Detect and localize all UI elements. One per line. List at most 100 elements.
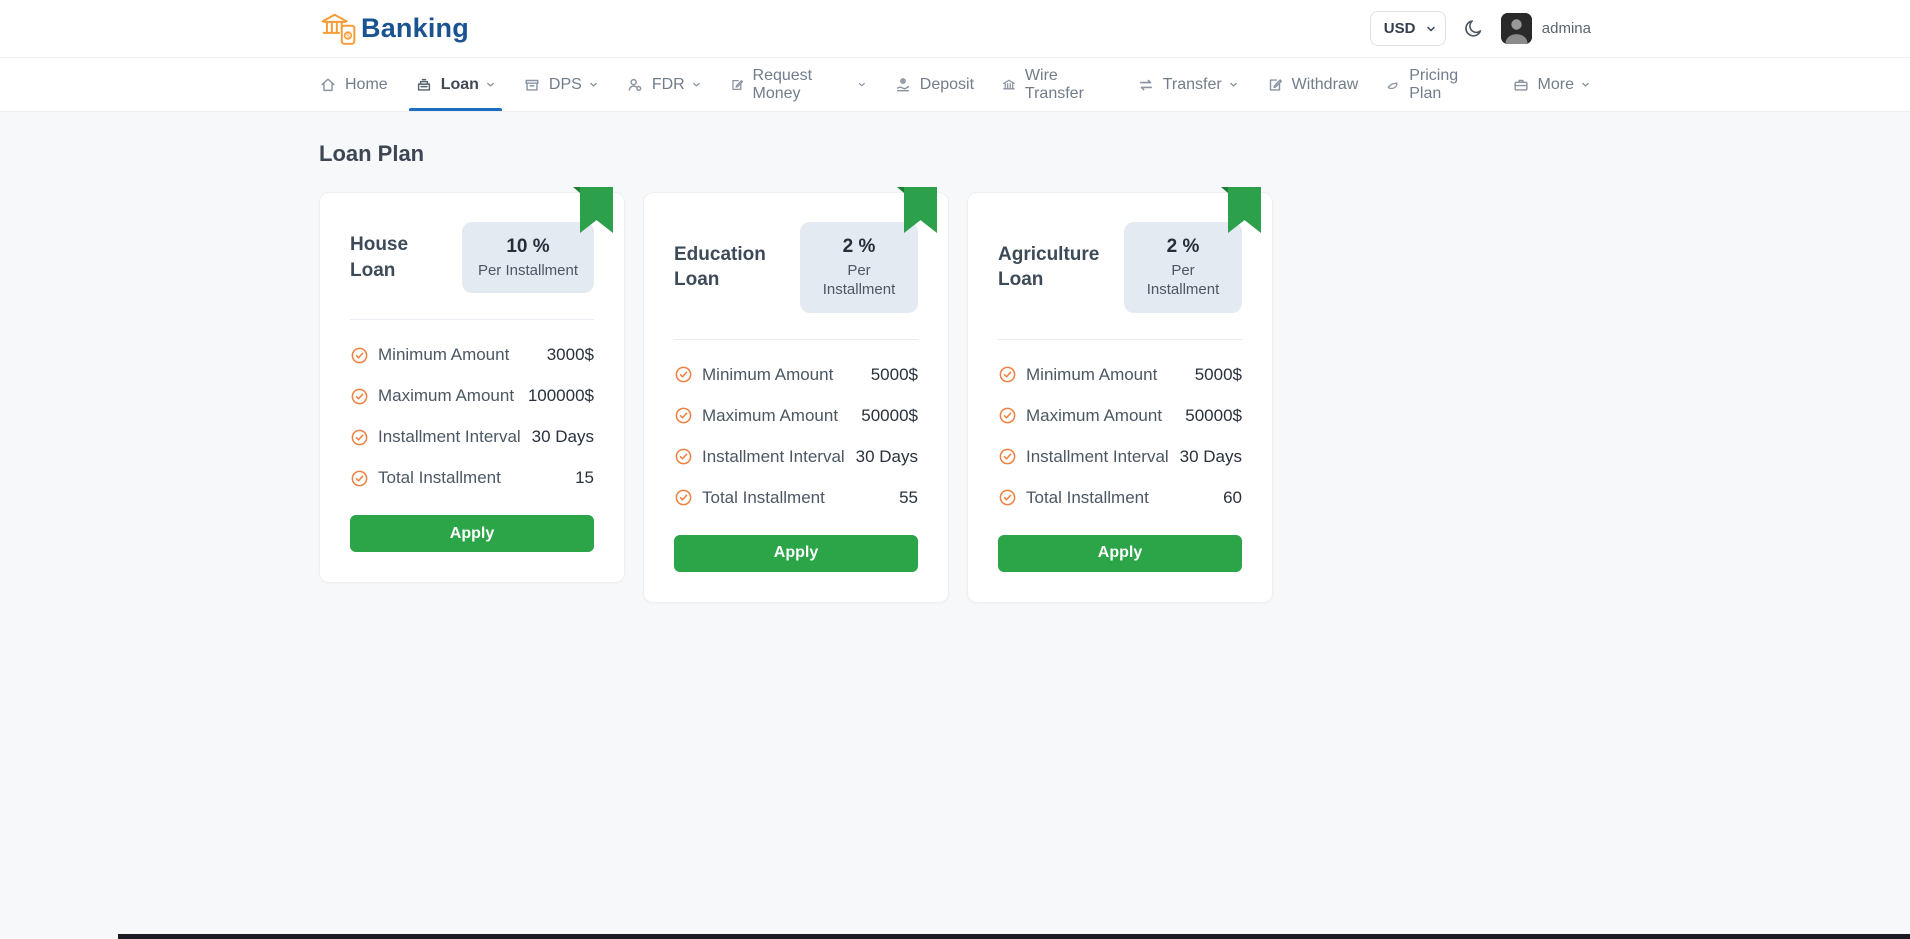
brand-name: Banking	[361, 13, 469, 43]
bookmark-ribbon-icon	[1228, 187, 1261, 233]
chevron-down-icon	[486, 82, 494, 87]
nav-label: FDR	[651, 75, 685, 93]
nav-item-transfer[interactable]: Transfer	[1137, 58, 1239, 111]
feature-value: 30 Days	[855, 446, 918, 466]
nav-label: Withdraw	[1291, 75, 1359, 93]
nav-item-dps[interactable]: DPS	[523, 58, 599, 111]
nav-label: Request Money	[752, 66, 813, 102]
footer-top-edge	[118, 934, 1910, 939]
check-circle-icon	[351, 347, 368, 364]
bookmark-ribbon-icon	[904, 187, 937, 233]
user-menu[interactable]: admina	[1500, 13, 1591, 44]
plan-name: Education Loan	[674, 243, 766, 291]
plan-card-education-loan: Education Loan 2 % Per Installment Minim…	[643, 187, 949, 603]
nav-label: Transfer	[1162, 75, 1222, 93]
chevron-down-icon	[589, 82, 597, 87]
brand-logo[interactable]: $ Banking	[319, 12, 469, 46]
top-header: $ Banking USD admina	[0, 0, 1910, 58]
dark-mode-toggle[interactable]	[1463, 18, 1484, 39]
divider	[998, 338, 1242, 340]
feature-label: Maximum Amount	[378, 386, 515, 406]
feature-value: 55	[899, 487, 918, 507]
feature-value: 30 Days	[531, 427, 594, 447]
feature-row: Minimum Amount 5000$	[674, 365, 918, 385]
apply-button[interactable]: Apply	[350, 515, 594, 553]
rate-value: 2 %	[1166, 236, 1200, 257]
wire-transfer-icon	[1003, 79, 1015, 89]
nav-item-more[interactable]: More	[1512, 58, 1591, 111]
nav-label: DPS	[548, 75, 582, 93]
main-nav: Home Loan DPS FDR Request Money Deposit	[0, 58, 1910, 112]
feature-label: Minimum Amount	[1026, 364, 1158, 384]
rate-caption: Per Installment	[1146, 261, 1220, 299]
feature-label: Total Installment	[1026, 487, 1149, 507]
feature-label: Total Installment	[378, 468, 501, 488]
nav-item-loan[interactable]: Loan	[408, 58, 503, 111]
feature-value: 15	[575, 468, 594, 488]
chevron-down-icon	[692, 82, 700, 87]
check-circle-icon	[999, 489, 1016, 506]
check-circle-icon	[999, 366, 1016, 383]
check-circle-icon	[351, 429, 368, 446]
home-icon	[321, 77, 335, 91]
nav-label: Wire Transfer	[1024, 66, 1084, 102]
nav-item-withdraw[interactable]: Withdraw	[1266, 58, 1359, 111]
transfer-icon	[1139, 79, 1152, 90]
page-title: Loan Plan	[319, 141, 425, 166]
feature-row: Maximum Amount 100000$	[350, 386, 594, 406]
check-circle-icon	[675, 489, 692, 506]
rate-caption: Per Installment	[822, 261, 896, 299]
feature-value: 5000$	[870, 364, 918, 384]
nav-item-home[interactable]: Home	[319, 58, 388, 111]
check-circle-icon	[999, 448, 1016, 465]
feature-row: Installment Interval 30 Days	[674, 447, 918, 467]
username-label: admina	[1541, 20, 1591, 37]
chevron-down-icon	[858, 82, 865, 87]
feature-label: Maximum Amount	[702, 405, 839, 425]
currency-select[interactable]: USD	[1369, 11, 1446, 46]
feature-row: Total Installment 60	[998, 488, 1242, 508]
chevron-down-icon	[1229, 82, 1237, 87]
more-icon	[1513, 79, 1528, 91]
nav-label: Pricing Plan	[1409, 66, 1459, 102]
avatar[interactable]	[1500, 13, 1532, 44]
feature-row: Total Installment 55	[674, 488, 918, 508]
plan-card-agriculture-loan: Agriculture Loan 2 % Per Installment Min…	[967, 187, 1273, 603]
feature-label: Minimum Amount	[378, 345, 510, 365]
ribbon-fold	[573, 187, 580, 193]
feature-row: Installment Interval 30 Days	[998, 447, 1242, 467]
feature-row: Minimum Amount 5000$	[998, 365, 1242, 385]
nav-item-pricing-plan[interactable]: Pricing Plan	[1385, 58, 1484, 111]
loan-plan-cards: House Loan 10 % Per Installment Minimum …	[319, 187, 1591, 603]
feature-label: Installment Interval	[702, 446, 845, 466]
nav-item-deposit[interactable]: Deposit	[894, 58, 974, 111]
feature-value: 3000$	[546, 345, 594, 365]
rate-badge: 10 % Per Installment	[461, 222, 594, 294]
ribbon-fold	[897, 187, 904, 193]
check-circle-icon	[351, 470, 368, 487]
ribbon-fold	[1221, 187, 1228, 193]
request-money-icon	[732, 79, 743, 90]
nav-item-fdr[interactable]: FDR	[626, 58, 702, 111]
check-circle-icon	[675, 366, 692, 383]
feature-value: 50000$	[861, 405, 918, 425]
rate-value: 2 %	[842, 236, 876, 257]
feature-value: 100000$	[527, 386, 594, 406]
feature-value: 5000$	[1194, 364, 1242, 384]
apply-button[interactable]: Apply	[998, 534, 1242, 572]
withdraw-icon	[1269, 78, 1282, 91]
divider	[674, 338, 918, 340]
apply-button[interactable]: Apply	[674, 534, 918, 572]
nav-item-wire-transfer[interactable]: Wire Transfer	[1001, 58, 1110, 111]
nav-label: More	[1537, 75, 1574, 93]
feature-value: 50000$	[1185, 405, 1242, 425]
check-circle-icon	[999, 407, 1016, 424]
feature-row: Maximum Amount 50000$	[674, 406, 918, 426]
check-circle-icon	[675, 448, 692, 465]
rate-value: 10 %	[506, 236, 550, 257]
nav-item-request-money[interactable]: Request Money	[729, 58, 867, 111]
feature-label: Installment Interval	[378, 427, 521, 447]
feature-row: Maximum Amount 50000$	[998, 406, 1242, 426]
rate-badge: 2 % Per Installment	[1124, 222, 1242, 313]
chevron-down-icon	[1582, 82, 1589, 87]
